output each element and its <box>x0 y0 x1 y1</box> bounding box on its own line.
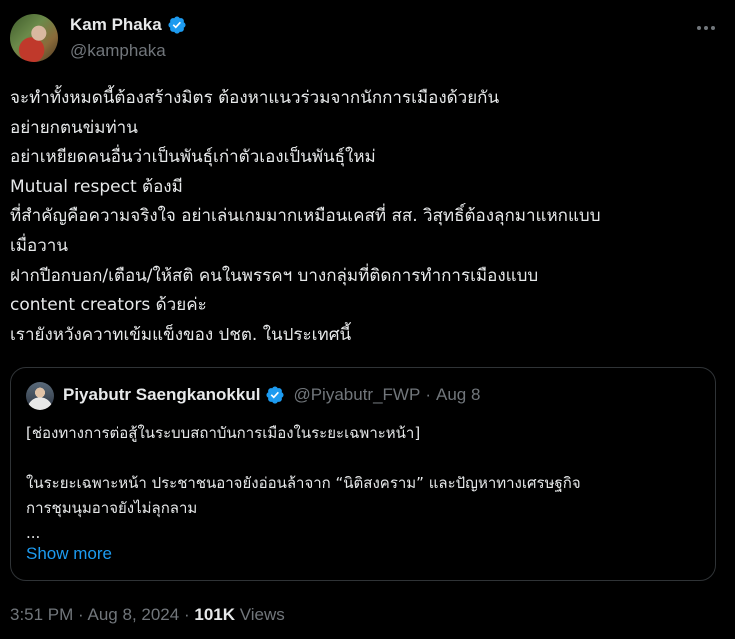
separator-dot: · <box>78 605 84 624</box>
tweet-line: เรายังหวังควาทเข้มแข็งของ ปชต. ในประเทศน… <box>10 324 352 345</box>
tweet-text: จะทำทั้งหมดนี้ต้องสร้างมิตร ต้องหาแนวร่ว… <box>10 84 725 350</box>
separator-dot: · <box>425 385 431 404</box>
author-handle[interactable]: @kamphaka <box>70 41 166 61</box>
tweet-time[interactable]: 3:51 PM <box>10 605 73 624</box>
more-options-button[interactable] <box>695 18 717 38</box>
quoted-author-handle: @Piyabutr_FWP <box>293 385 421 404</box>
views-label: Views <box>239 605 285 624</box>
tweet-metadata: 3:51 PM · Aug 8, 2024 · 101K Views <box>10 605 285 625</box>
views-count: 101K <box>194 605 235 624</box>
tweet-line: content creators ด้วยค่ะ <box>10 295 207 316</box>
show-more-link[interactable]: Show more <box>26 544 112 564</box>
quoted-tweet-card[interactable]: Piyabutr Saengkanokkul @Piyabutr_FWP · A… <box>10 367 716 581</box>
quoted-tweet-line: [ช่องทางการต่อสู้ในระบบสถาบันการเมืองในร… <box>26 424 421 442</box>
quoted-tweet-line: ... <box>26 524 41 542</box>
quoted-tweet-line: ในระยะเฉพาะหน้า ประชาชนอาจยังอ่อนล้าจาก … <box>26 474 581 492</box>
quoted-tweet-date: Aug 8 <box>435 385 481 404</box>
author-display-name[interactable]: Kam Phaka <box>70 15 162 35</box>
quoted-tweet-line: การชุมนุมอาจยังไม่ลุกลาม <box>26 499 198 517</box>
quoted-tweet-header: Piyabutr Saengkanokkul @Piyabutr_FWP · A… <box>63 385 480 405</box>
tweet-line: เมื่อวาน <box>10 235 68 256</box>
tweet-date[interactable]: Aug 8, 2024 <box>88 605 180 624</box>
tweet-line: อย่ายกตนข่มท่าน <box>10 117 138 138</box>
tweet-line: อย่าเหยียดคนอื่นว่าเป็นพันธุ์เก่าตัวเองเ… <box>10 147 376 168</box>
author-avatar[interactable] <box>10 14 58 62</box>
quoted-tweet-line <box>26 446 706 471</box>
author-name-row: Kam Phaka <box>70 15 187 35</box>
quoted-tweet-text: [ช่องทางการต่อสู้ในระบบสถาบันการเมืองในร… <box>26 421 706 546</box>
verified-badge-icon <box>167 15 187 35</box>
separator-dot: · <box>183 605 190 624</box>
verified-badge-icon <box>265 385 285 405</box>
quoted-author-display-name: Piyabutr Saengkanokkul <box>63 385 261 404</box>
quoted-author-avatar <box>26 382 54 410</box>
tweet-line: ที่สำคัญคือความจริงใจ อย่าเล่นเกมมากเหมื… <box>10 206 601 227</box>
tweet-line: จะทำทั้งหมดนี้ต้องสร้างมิตร ต้องหาแนวร่ว… <box>10 88 500 108</box>
tweet-line: ฝากปีอกบอก/เตือน/ให้สติ คนในพรรคฯ บางกลุ… <box>10 265 539 286</box>
more-options-icon <box>697 26 715 30</box>
tweet-line: Mutual respect ต้องมี <box>10 176 183 197</box>
